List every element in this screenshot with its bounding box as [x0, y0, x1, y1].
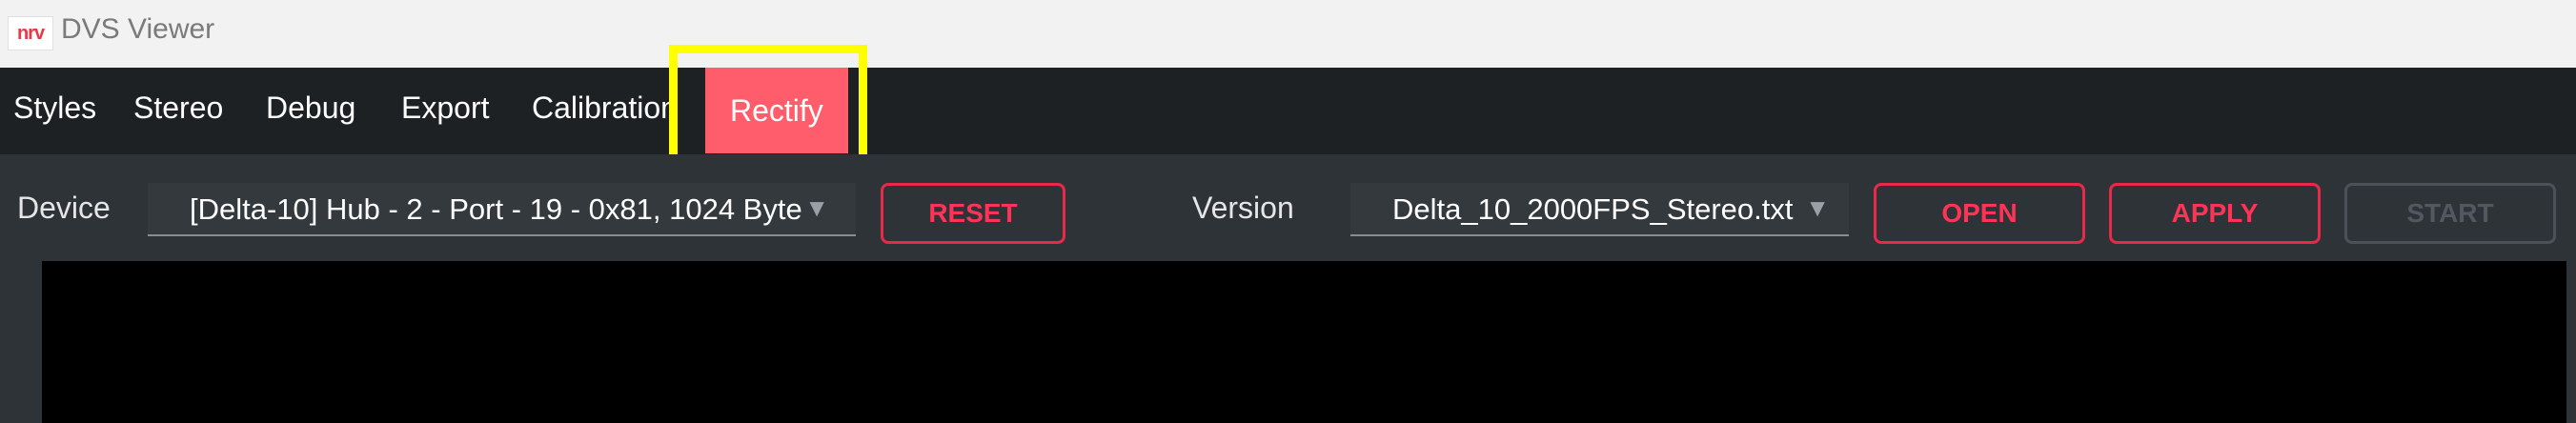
menu-item-export[interactable]: Export	[401, 91, 489, 126]
version-select[interactable]: Delta_10_2000FPS_Stereo.txt ▼	[1350, 183, 1849, 236]
dropdown-arrow-icon: ▼	[1803, 193, 1830, 223]
menu-bar: Styles Stereo Debug Export Calibration R…	[0, 68, 2576, 154]
start-button[interactable]: START	[2344, 183, 2556, 244]
menu-item-calibration[interactable]: Calibration	[532, 91, 678, 126]
app-logo: nrv	[8, 16, 53, 50]
dropdown-arrow-icon: ▼	[802, 193, 829, 223]
title-bar: nrv DVS Viewer	[0, 0, 2576, 68]
reset-button[interactable]: RESET	[881, 183, 1065, 244]
version-label: Version	[1192, 191, 1294, 225]
version-select-value: Delta_10_2000FPS_Stereo.txt	[1392, 192, 1794, 226]
event-viewport[interactable]	[42, 261, 2566, 423]
menu-item-styles[interactable]: Styles	[13, 91, 96, 126]
toolbar: Device [Delta-10] Hub - 2 - Port - 19 - …	[0, 154, 2576, 261]
device-select[interactable]: [Delta-10] Hub - 2 - Port - 19 - 0x81, 1…	[148, 183, 856, 236]
device-select-value: [Delta-10] Hub - 2 - Port - 19 - 0x81, 1…	[190, 192, 818, 226]
open-button[interactable]: OPEN	[1874, 183, 2085, 244]
menu-item-debug[interactable]: Debug	[266, 91, 355, 126]
window-title: DVS Viewer	[61, 13, 215, 45]
device-label: Device	[17, 191, 111, 225]
apply-button[interactable]: APPLY	[2109, 183, 2321, 244]
menu-item-stereo[interactable]: Stereo	[133, 91, 223, 126]
